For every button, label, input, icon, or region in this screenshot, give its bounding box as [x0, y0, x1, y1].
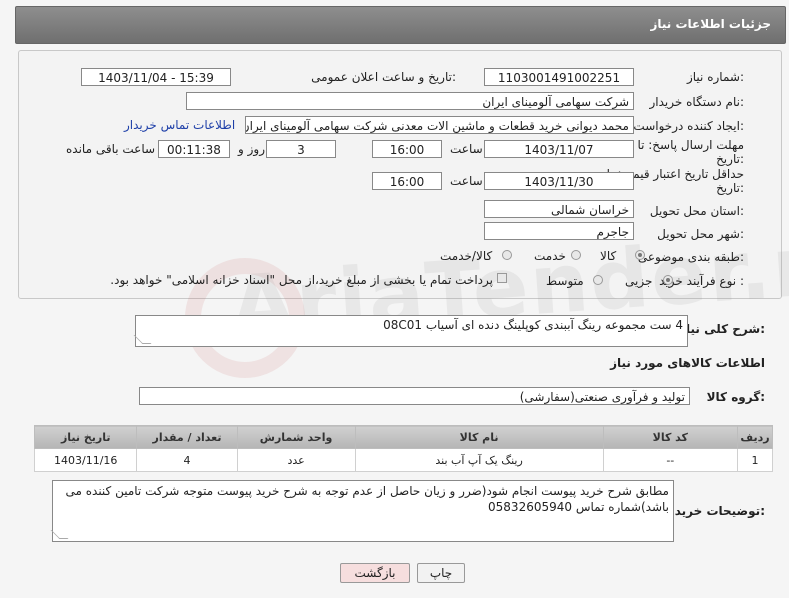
category-label: طبقه بندی موضوعی:: [637, 250, 744, 264]
buyer-notes-textarea[interactable]: مطابق شرح خرید پیوست انجام شود(ضرر و زیا…: [50, 480, 674, 542]
category-radio-goods[interactable]: [635, 250, 645, 260]
back-button[interactable]: بازگشت: [340, 563, 410, 583]
page-header: جزئیات اطلاعات نیاز: [15, 6, 786, 44]
treasury-payment-checkbox[interactable]: [497, 273, 507, 283]
col-unit: واحد شمارش: [236, 425, 356, 449]
page-title: جزئیات اطلاعات نیاز: [650, 17, 771, 31]
city-label: شهر محل تحویل:: [657, 227, 744, 241]
col-need-date: تاریخ نیاز: [33, 425, 138, 449]
category-radio-goods-service[interactable]: [502, 250, 512, 260]
goods-info-title: اطلاعات کالاهای مورد نیاز: [610, 356, 765, 370]
price-validity-label-date: تاریخ:: [716, 181, 744, 195]
summary-text: 4 ست مجموعه رینگ آببندی کوپلینگ دنده ای …: [383, 318, 683, 332]
reply-deadline-label: مهلت ارسال پاسخ: تا: [637, 138, 744, 152]
province-label: استان محل تحویل:: [649, 204, 744, 218]
need-number-field: 1103001491002251: [484, 68, 634, 86]
requester-field: محمد دیوانی خرید قطعات و ماشین الات معدن…: [245, 116, 634, 134]
city-field: جاجرم: [484, 222, 634, 240]
cell-goods-code: --: [602, 448, 739, 472]
col-goods-code: کد کالا: [602, 425, 739, 449]
process-radio-minor[interactable]: [663, 275, 673, 285]
table-row[interactable]: 1403/11/16 4 عدد رینگ یک آپ آب بند -- 1: [33, 448, 773, 472]
process-option-minor: جزیی: [625, 274, 653, 288]
table-header-row: تاریخ نیاز تعداد / مقدار واحد شمارش نام …: [33, 425, 773, 449]
goods-group-field: تولید و فرآوری صنعتی(سفارشی): [139, 387, 690, 405]
reply-deadline-time-label: ساعت: [450, 142, 483, 156]
buyer-contact-link[interactable]: اطلاعات تماس خریدار: [124, 118, 235, 132]
reply-deadline-label-date: تاریخ:: [716, 152, 744, 166]
goods-table: تاریخ نیاز تعداد / مقدار واحد شمارش نام …: [33, 425, 773, 472]
cell-need-date: 1403/11/16: [33, 448, 138, 472]
print-button[interactable]: چاپ: [417, 563, 465, 583]
requester-label: ایجاد کننده درخواست:: [633, 119, 744, 133]
summary-textarea[interactable]: 4 ست مجموعه رینگ آببندی کوپلینگ دنده ای …: [133, 315, 688, 347]
buyer-org-label: نام دستگاه خریدار:: [649, 95, 745, 109]
col-row: ردیف: [737, 425, 773, 449]
col-quantity: تعداد / مقدار: [136, 425, 238, 449]
province-field: خراسان شمالی: [484, 200, 634, 218]
price-validity-date-field: 1403/11/30: [484, 172, 634, 190]
category-option-goods: کالا: [600, 249, 617, 263]
reply-deadline-date-field: 1403/11/07: [484, 140, 634, 158]
category-option-goods-service: کالا/خدمت: [440, 249, 493, 263]
announce-datetime-field: 1403/11/04 - 15:39: [81, 68, 231, 86]
goods-group-label: گروه کالا:: [706, 390, 765, 404]
remaining-time-label: ساعت باقی مانده: [66, 142, 156, 156]
announce-datetime-label: تاریخ و ساعت اعلان عمومی:: [311, 70, 456, 84]
cell-quantity: 4: [136, 448, 238, 472]
price-validity-time-field: 16:00: [372, 172, 442, 190]
remaining-time-field: 00:11:38: [158, 140, 230, 158]
price-validity-time-label: ساعت: [450, 174, 483, 188]
need-number-label: شماره نیاز:: [686, 70, 744, 84]
cell-row: 1: [737, 448, 773, 472]
summary-label: شرح کلی نیاز:: [679, 322, 765, 336]
resize-grip-icon[interactable]: [133, 335, 152, 344]
buyer-org-field: شرکت سهامی آلومینای ایران: [186, 92, 634, 110]
days-label: روز و: [238, 142, 265, 156]
process-radio-medium[interactable]: [593, 275, 603, 285]
cell-unit: عدد: [236, 448, 356, 472]
buyer-notes-text: مطابق شرح خرید پیوست انجام شود(ضرر و زیا…: [65, 484, 669, 514]
col-goods-name: نام کالا: [354, 425, 604, 449]
resize-grip-icon[interactable]: [50, 530, 69, 539]
cell-goods-name: رینگ یک آپ آب بند: [354, 448, 604, 472]
reply-deadline-days-field: 3: [266, 140, 336, 158]
process-option-medium: متوسط: [546, 274, 584, 288]
reply-deadline-time-field: 16:00: [372, 140, 442, 158]
category-option-service: خدمت: [534, 249, 566, 263]
category-radio-service[interactable]: [571, 250, 581, 260]
buyer-notes-label: توضیحات خریدار:: [663, 504, 765, 518]
treasury-payment-note: پرداخت تمام یا بخشی از مبلغ خرید،از محل …: [110, 273, 493, 287]
